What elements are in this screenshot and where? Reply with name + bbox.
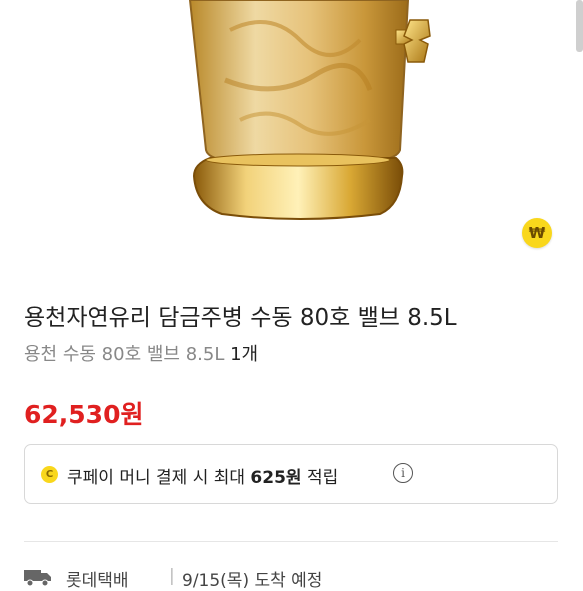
coupay-coin-icon: C [41, 466, 58, 483]
info-icon[interactable]: i [393, 463, 413, 483]
product-image[interactable]: ₩ [0, 0, 583, 272]
truck-icon [24, 570, 51, 586]
product-price: 62,530원 [24, 400, 144, 429]
product-option: 용천 수동 80호 밸브 8.5L 1개 [24, 340, 258, 366]
delivery-eta: 9/15(목) 도착 예정 [182, 571, 323, 591]
jar-image [188, 0, 431, 220]
promo-text: 쿠페이 머니 결제 시 최대 625원 적립 [67, 463, 338, 488]
promo-text-after: 적립 [301, 468, 339, 488]
carrier-name: 롯데택배 [66, 571, 129, 591]
divider [24, 541, 558, 542]
promo-text-before: 쿠페이 머니 결제 시 최대 [67, 468, 251, 488]
promo-amount: 625원 [250, 468, 302, 488]
product-title: 용천자연유리 담금주병 수동 80호 밸브 8.5L [24, 305, 457, 331]
coupay-promo[interactable]: C 쿠페이 머니 결제 시 최대 625원 적립 i [24, 444, 558, 504]
scrollbar[interactable] [576, 0, 583, 52]
option-quantity: 1개 [230, 344, 259, 365]
won-coin-icon[interactable]: ₩ [522, 218, 552, 248]
delivery-separator: | [169, 566, 175, 586]
option-name: 용천 수동 80호 밸브 8.5L [24, 344, 225, 365]
